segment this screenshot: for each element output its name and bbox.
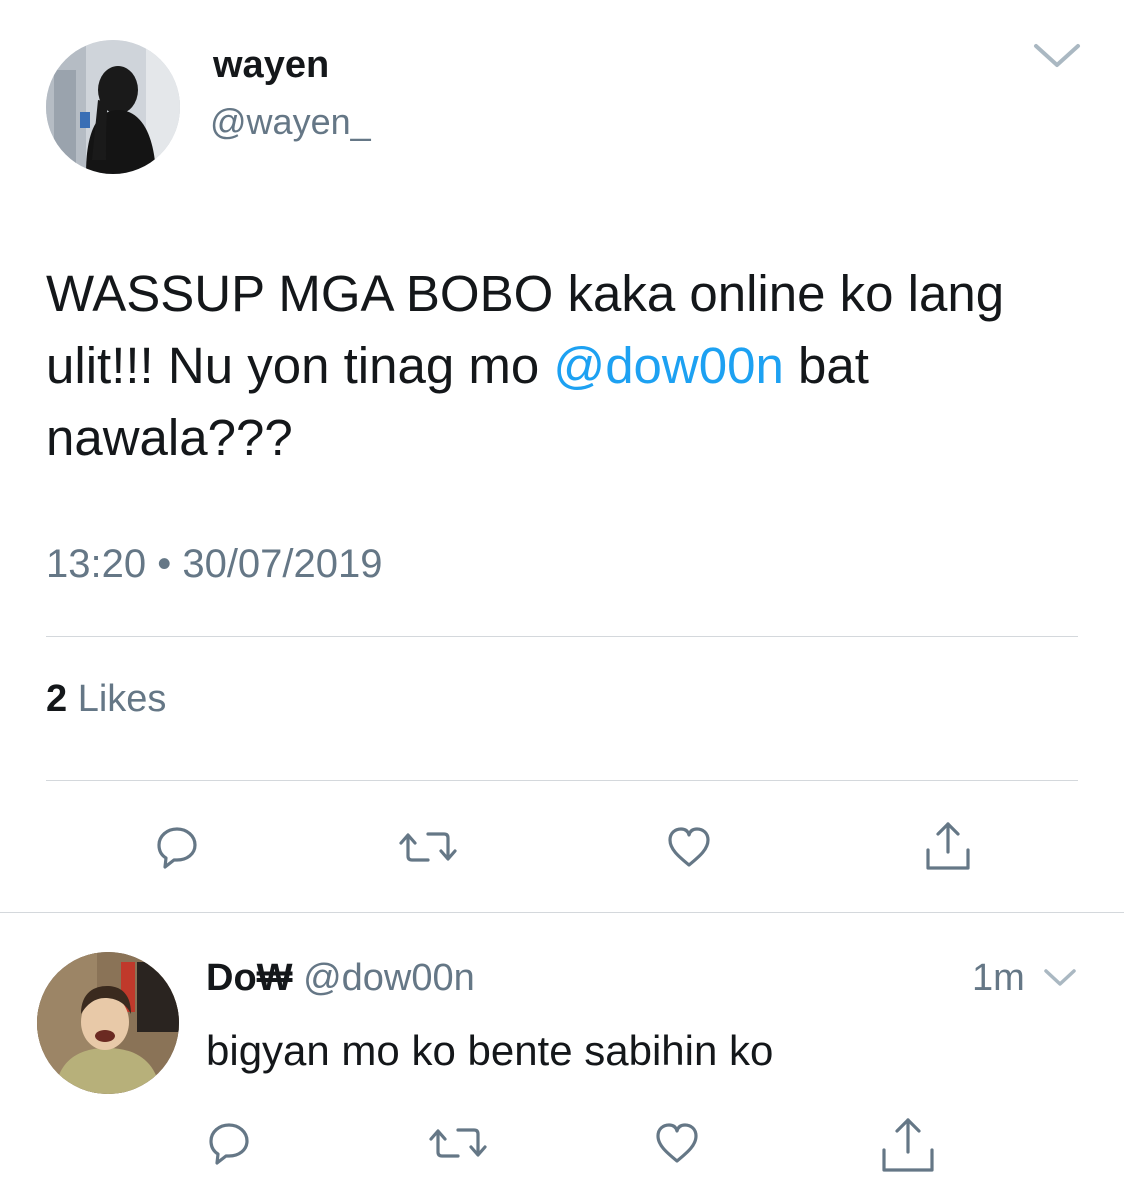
share-icon[interactable] [922,818,972,870]
reply-display-name[interactable]: Do₩ [206,957,293,999]
reply-timestamp[interactable]: 1m [972,954,1025,1002]
author-handle[interactable]: @wayen_ [210,100,371,144]
avatar-image [46,40,180,174]
reply-handle[interactable]: @dow00n [303,957,475,999]
reply-avatar[interactable] [37,952,179,1094]
reply-text: bigyan mo ko bente sabihin ko [206,1027,774,1074]
comment-icon[interactable] [204,1118,254,1168]
author-display-name[interactable]: wayen [213,42,329,88]
avatar-image [37,952,179,1094]
tweet-text: WASSUP MGA BOBO kaka online ko lang ulit… [46,258,1086,474]
mention-link[interactable]: @dow00n [553,337,783,394]
tweet-timestamp[interactable]: 13:20 • 30/07/2019 [46,538,383,590]
author-avatar[interactable] [46,40,180,174]
comment-icon[interactable] [152,822,202,872]
share-icon[interactable] [878,1114,934,1172]
chevron-down-icon[interactable] [1042,966,1078,990]
reply-header: Do₩ @dow00n [206,954,475,1002]
retweet-icon[interactable] [428,1118,487,1168]
divider [46,636,1078,637]
likes-row[interactable]: 2 Likes [46,676,166,722]
divider [46,780,1078,781]
likes-count: 2 [46,678,68,720]
heart-icon[interactable] [652,1118,702,1168]
heart-icon[interactable] [664,822,714,872]
chevron-down-icon[interactable] [1030,38,1084,72]
likes-label: Likes [77,678,167,720]
retweet-icon[interactable] [398,822,457,872]
divider [0,912,1124,913]
